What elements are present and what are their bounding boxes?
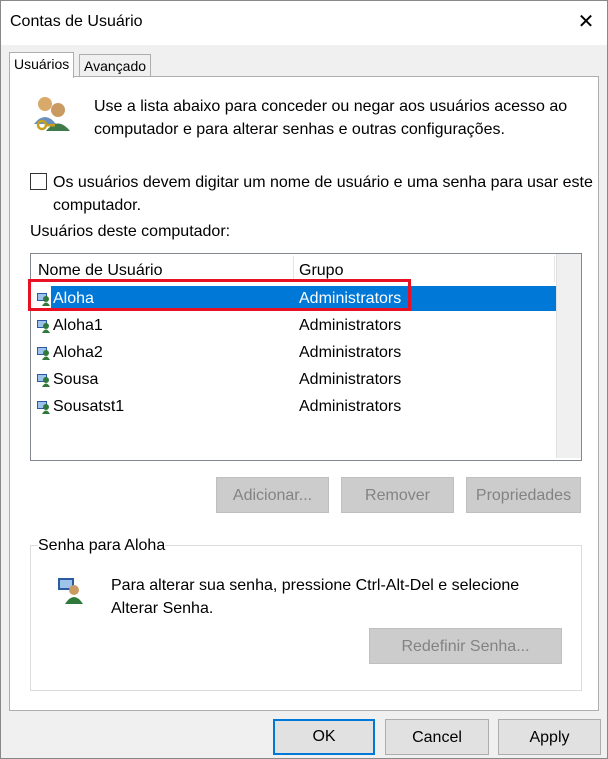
user-group: Administrators [299, 344, 402, 361]
user-row-aloha2[interactable]: Aloha2 Administrators [31, 340, 556, 365]
intro-text: Use a lista abaixo para conceder ou nega… [94, 98, 568, 138]
users-tab-panel: Use a lista abaixo para conceder ou nega… [9, 76, 599, 711]
user-icon [37, 401, 50, 414]
user-icon [37, 374, 50, 387]
password-group-title: Senha para Aloha [38, 537, 166, 555]
user-row-aloha[interactable]: Aloha Administrators [31, 286, 556, 311]
user-accounts-dialog: Contas de Usuário ✕ Usuários Avançado Us… [0, 0, 608, 759]
user-icon [37, 320, 50, 333]
close-icon[interactable]: ✕ [571, 7, 601, 37]
user-group: Administrators [299, 398, 402, 415]
cancel-button[interactable]: Cancel [385, 719, 489, 755]
title-bar: Contas de Usuário ✕ [1, 1, 607, 45]
user-name: Sousatst1 [53, 398, 125, 415]
vertical-scrollbar[interactable] [556, 254, 581, 458]
user-group: Administrators [299, 290, 402, 307]
ok-button[interactable]: OK [273, 719, 375, 755]
column-header-username[interactable]: Nome de Usuário [38, 254, 163, 282]
password-instructions: Para alterar sua senha, pressione Ctrl-A… [111, 577, 520, 617]
user-key-icon [58, 578, 83, 604]
column-header-group[interactable]: Grupo [299, 254, 343, 282]
add-user-button[interactable]: Adicionar... [216, 477, 329, 513]
user-name: Sousa [53, 371, 99, 388]
users-list[interactable]: Nome de Usuário Grupo Aloha Administrato… [30, 253, 582, 461]
column-divider[interactable] [293, 256, 294, 282]
column-divider[interactable] [554, 256, 555, 282]
tab-usuarios[interactable]: Usuários [9, 52, 75, 78]
user-row-aloha1[interactable]: Aloha1 Administrators [31, 313, 556, 338]
tab-avancado[interactable]: Avançado [79, 54, 152, 78]
user-group: Administrators [299, 317, 402, 334]
users-icon [34, 97, 70, 131]
require-login-label: Os usuários devem digitar um nome de usu… [53, 174, 593, 214]
properties-button[interactable]: Propriedades [466, 477, 581, 513]
require-login-checkbox[interactable] [30, 173, 47, 190]
user-row-sousatst1[interactable]: Sousatst1 Administrators [31, 394, 556, 419]
remove-user-button[interactable]: Remover [341, 477, 454, 513]
user-icon [37, 293, 50, 306]
reset-password-button[interactable]: Redefinir Senha... [369, 628, 562, 664]
user-name: Aloha [53, 290, 94, 307]
user-row-sousa[interactable]: Sousa Administrators [31, 367, 556, 392]
user-name: Aloha2 [53, 344, 103, 361]
user-group: Administrators [299, 371, 402, 388]
user-name: Aloha1 [53, 317, 103, 334]
user-icon [37, 347, 50, 360]
window-title: Contas de Usuário [10, 13, 143, 30]
apply-button[interactable]: Apply [498, 719, 601, 755]
users-list-label: Usuários deste computador: [30, 223, 231, 240]
